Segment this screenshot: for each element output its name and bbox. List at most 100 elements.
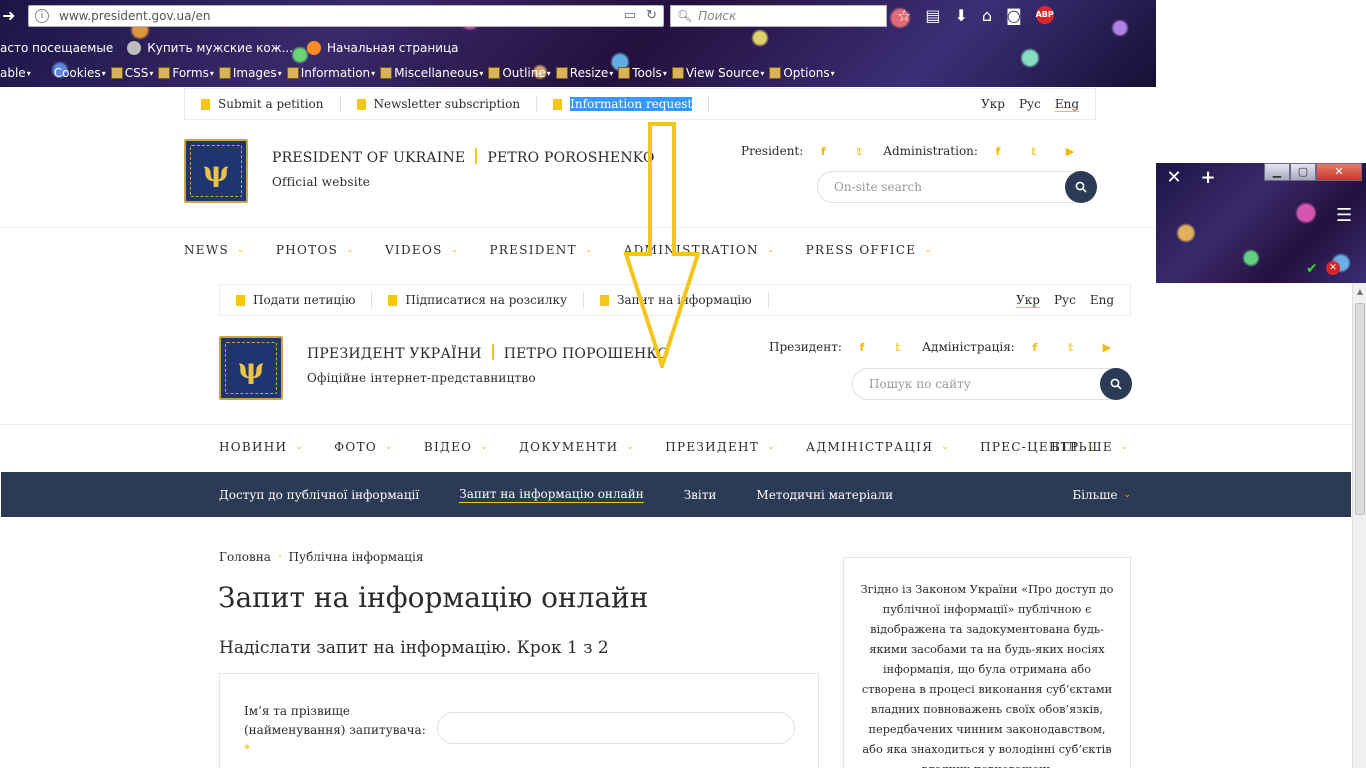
reload-icon[interactable]: ↻ — [646, 8, 657, 23]
menu-more[interactable]: БІЛЬШЕ ⌄ — [1051, 440, 1130, 454]
brand-block: ПРЕЗИДЕНТ УКРАЇНИ ПЕТРО ПОРОШЕНКО Офіційн… — [307, 344, 669, 385]
requester-name-input[interactable] — [437, 712, 795, 744]
breadcrumb-home[interactable]: Головна — [219, 550, 271, 564]
facebook-icon[interactable]: f — [805, 145, 841, 158]
close-icon[interactable]: ✕ — [1160, 167, 1188, 191]
download-icon[interactable]: ⬇ — [954, 6, 967, 25]
top-links-bar: Подати петицію Підписатися на розсилку З… — [219, 284, 1131, 316]
site-search-input[interactable]: On-site search — [817, 171, 1097, 203]
top-link-petition[interactable]: Подати петицію — [220, 292, 373, 308]
twitter-icon[interactable]: 𝕥 — [1053, 341, 1089, 354]
webdev-menu[interactable]: View Source ▾ — [671, 66, 764, 80]
maximize-icon[interactable]: ▢ — [1290, 163, 1316, 181]
minimize-icon[interactable]: ▁ — [1264, 163, 1290, 181]
top-link-petition[interactable]: Submit a petition — [185, 96, 341, 112]
youtube-icon[interactable]: ▶ — [1052, 145, 1088, 158]
sidebar-text: Згідно із Законом України «Про доступ до… — [860, 583, 1114, 768]
menu-videos[interactable]: VIDEOS ⌄ — [385, 243, 460, 257]
menu-photos[interactable]: PHOTOS ⌄ — [276, 243, 355, 257]
webdev-menu[interactable]: Information ▾ — [286, 66, 375, 80]
top-link-information-request[interactable]: Запит на інформацію — [584, 292, 769, 308]
bookmark-label: Купить мужские кож... — [147, 41, 294, 55]
bookmark-icon[interactable]: ▤ — [925, 6, 940, 25]
menu-president[interactable]: ПРЕЗИДЕНТ ⌄ — [665, 440, 776, 454]
scrollbar[interactable]: ▲ — [1352, 283, 1366, 768]
webdev-menu[interactable]: Miscellaneous ▾ — [380, 66, 483, 80]
webdev-menu[interactable]: able ▾ — [0, 66, 31, 80]
twitter-icon[interactable]: 𝕥 — [880, 341, 916, 354]
scrollbar-thumb[interactable] — [1355, 303, 1365, 515]
scroll-up-icon[interactable]: ▲ — [1355, 287, 1365, 296]
subnav-public-access[interactable]: Доступ до публічної інформації — [219, 488, 419, 502]
reader-icon[interactable]: ▭ — [624, 8, 636, 23]
webdev-menu[interactable]: Images ▾ — [218, 66, 282, 80]
pocket-icon[interactable]: ◙ — [1006, 6, 1022, 25]
request-form: Ім’я та прізвище (найменування) запитува… — [219, 673, 819, 768]
subnav-request-online[interactable]: Запит на інформацію онлайн — [459, 487, 644, 503]
bookmark-item[interactable]: асто посещаемые — [0, 41, 113, 55]
lang-eng[interactable]: Eng — [1090, 293, 1114, 308]
menu-documents[interactable]: ДОКУМЕНТИ ⌄ — [519, 440, 635, 454]
chevron-down-icon: ⌄ — [924, 245, 934, 255]
subnav-more[interactable]: Більше ⌄ — [1072, 488, 1131, 502]
name-field-label: Ім’я та прізвище (найменування) запитува… — [244, 702, 434, 759]
menu-administration[interactable]: АДМІНІСТРАЦІЯ ⌄ — [806, 440, 950, 454]
home-icon[interactable]: ⌂ — [982, 6, 992, 25]
search-button[interactable] — [1065, 171, 1097, 203]
bookmarks-bar: асто посещаемые Купить мужские кож... На… — [0, 38, 473, 58]
webdev-menu[interactable]: Resize ▾ — [555, 66, 613, 80]
chevron-down-icon: ⌄ — [626, 442, 636, 452]
browser-search-input[interactable]: 🔍︎ Поиск — [670, 5, 887, 27]
search-button[interactable] — [1100, 368, 1132, 400]
lang-rus[interactable]: Рус — [1054, 293, 1076, 308]
document-icon — [553, 98, 563, 110]
coat-of-arms-logo[interactable]: ψ — [184, 139, 248, 203]
coat-of-arms-logo[interactable]: ψ — [219, 336, 283, 400]
webdev-menu[interactable]: Options ▾ — [769, 66, 835, 80]
webdev-menu[interactable]: Cookies ▾ — [54, 66, 106, 80]
back-arrow-icon[interactable]: ➜ — [2, 7, 24, 25]
subnav-reports[interactable]: Звіти — [684, 488, 717, 502]
document-icon — [201, 98, 210, 110]
youtube-icon[interactable]: ▶ — [1089, 341, 1125, 354]
menu-photo[interactable]: ФОТО ⌄ — [334, 440, 394, 454]
breadcrumb-public-info[interactable]: Публічна інформація — [289, 550, 424, 564]
window-close-icon[interactable]: ✕ — [1316, 163, 1362, 181]
webdev-menu[interactable]: Forms ▾ — [158, 66, 214, 80]
forms-icon — [158, 67, 171, 79]
adblock-icon[interactable]: ABP — [1035, 6, 1054, 24]
lang-ukr[interactable]: Укр — [1016, 293, 1040, 308]
facebook-icon[interactable]: f — [980, 145, 1016, 158]
lang-rus[interactable]: Рус — [1019, 97, 1041, 112]
subnav-methodical-materials[interactable]: Методичні матеріали — [756, 488, 893, 502]
search-icon — [1110, 378, 1122, 390]
site-search-input[interactable]: Пошук по сайту — [852, 368, 1132, 400]
top-link-information-request[interactable]: Information request — [537, 96, 710, 112]
menu-press-office[interactable]: PRESS OFFICE ⌄ — [806, 243, 934, 257]
menu-news[interactable]: НОВИНИ ⌄ — [219, 440, 304, 454]
sub-navigation: Доступ до публічної інформації Запит на … — [1, 472, 1351, 517]
star-icon[interactable]: ☆ — [897, 6, 911, 25]
bookmark-item[interactable]: Купить мужские кож... — [127, 41, 293, 55]
twitter-icon[interactable]: 𝕥 — [841, 145, 877, 158]
lang-ukr[interactable]: Укр — [981, 97, 1005, 112]
facebook-icon[interactable]: f — [844, 341, 880, 354]
menu-icon[interactable]: ☰ — [1336, 205, 1352, 226]
menu-video[interactable]: ВІДЕО ⌄ — [424, 440, 489, 454]
info-icon[interactable]: i — [35, 9, 49, 23]
menu-administration[interactable]: ADMINISTRATION ⌄ — [624, 243, 776, 257]
top-link-newsletter[interactable]: Підписатися на розсилку — [372, 292, 585, 308]
top-link-newsletter[interactable]: Newsletter subscription — [341, 96, 538, 112]
webdev-menu[interactable]: Outline ▾ — [488, 66, 551, 80]
url-bar[interactable]: i www.president.gov.ua/en ▭ ↻ — [28, 5, 664, 27]
menu-news[interactable]: NEWS ⌄ — [184, 243, 246, 257]
lang-eng[interactable]: Eng — [1054, 97, 1079, 112]
webdev-menu[interactable]: Tools ▾ — [618, 66, 667, 80]
facebook-icon[interactable]: f — [1017, 341, 1053, 354]
new-tab-icon[interactable]: + — [1194, 167, 1222, 191]
bookmark-item[interactable]: Начальная страница — [307, 41, 459, 55]
twitter-icon[interactable]: 𝕥 — [1016, 145, 1052, 158]
chevron-down-icon: ⌄ — [237, 245, 246, 255]
webdev-menu[interactable]: CSS ▾ — [110, 66, 153, 80]
menu-president[interactable]: PRESIDENT ⌄ — [489, 243, 593, 257]
